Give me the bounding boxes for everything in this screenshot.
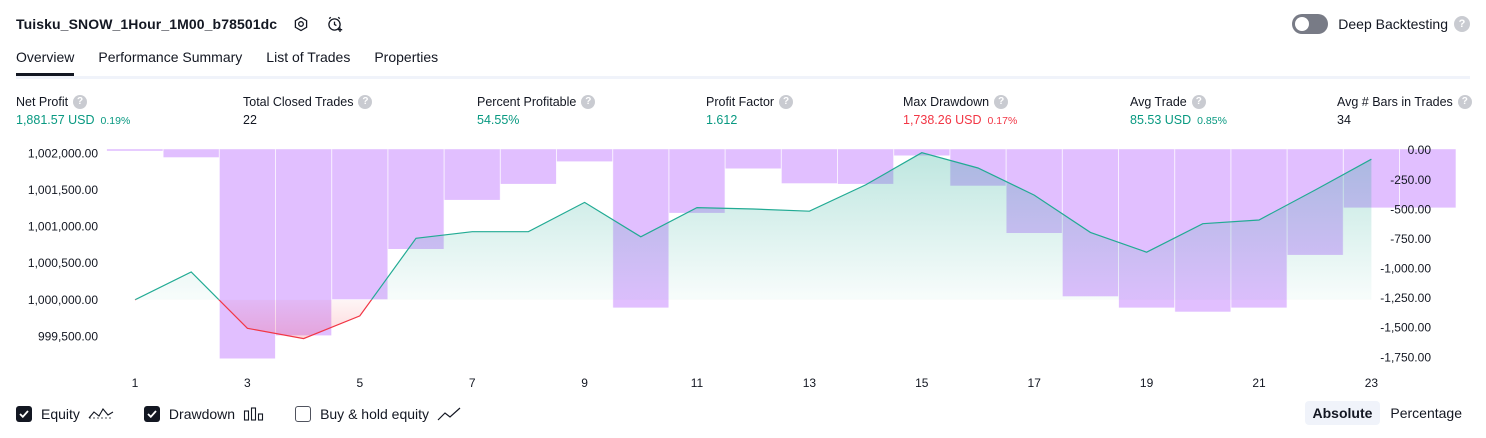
info-icon[interactable]: ? [358, 94, 373, 109]
add-alert-clock-icon[interactable] [325, 14, 345, 34]
mode-absolute-button[interactable]: Absolute [1304, 401, 1381, 425]
metric-label: Net Profit [16, 94, 69, 109]
right-axis-tick-label: -1,000.00 [1380, 262, 1431, 276]
drawdown-bar [331, 149, 388, 300]
x-axis-tick-label: 23 [1365, 376, 1379, 390]
metric-label: Profit Factor [706, 94, 775, 109]
metric-net-profit: Net Profit? 1,881.57 USD 0.19% [16, 93, 130, 129]
equity-checkbox[interactable] [16, 406, 32, 422]
help-icon[interactable]: ? [1454, 16, 1470, 32]
toggle-knob [1295, 17, 1310, 31]
right-axis-tick-label: -1,250.00 [1380, 291, 1431, 305]
metric-percent: 0.17% [987, 115, 1018, 127]
strategy-title: Tuisku_SNOW_1Hour_1M00_b78501dc [16, 16, 278, 32]
equity-line-icon [88, 406, 114, 422]
tab-performance-summary[interactable]: Performance Summary [98, 44, 242, 73]
metric-value: 85.53 USD [1130, 113, 1192, 127]
left-axis-tick-label: 1,000,500.00 [28, 256, 98, 270]
buy-hold-checkbox[interactable] [295, 406, 312, 422]
metric-label: Percent Profitable [477, 94, 577, 109]
info-icon[interactable]: ? [73, 94, 88, 109]
legend-drawdown[interactable]: Drawdown [143, 406, 265, 422]
x-axis-tick-label: 9 [581, 376, 588, 390]
right-axis-tick-label: -1,500.00 [1380, 321, 1431, 335]
left-axis-tick-label: 1,000,000.00 [28, 293, 98, 307]
metric-total-closed-trades: Total Closed Trades? 22 [243, 93, 373, 129]
right-axis-tick-label: -250.00 [1390, 173, 1431, 187]
info-icon[interactable]: ? [1191, 94, 1206, 109]
mode-percentage-button[interactable]: Percentage [1382, 401, 1470, 425]
drawdown-bar [387, 149, 445, 249]
metric-value: 34 [1337, 113, 1351, 127]
metric-value: 22 [243, 113, 257, 127]
drawdown-bar [500, 149, 557, 184]
tab-properties[interactable]: Properties [374, 44, 438, 73]
drawdown-bar [668, 149, 726, 213]
legend-buy-hold-equity[interactable]: Buy & hold equity [295, 406, 461, 422]
drawdown-bar [725, 149, 782, 169]
drawdown-bar [106, 149, 164, 151]
report-tabs: Overview Performance Summary List of Tra… [16, 44, 1470, 79]
deep-backtesting: Deep Backtesting ? [1292, 12, 1470, 36]
metric-avg-trade: Avg Trade? 85.53 USD 0.85% [1130, 93, 1227, 129]
metric-label: Avg # Bars in Trades [1337, 94, 1453, 109]
drawdown-bar [556, 149, 613, 162]
metric-value: 1.612 [706, 113, 738, 127]
info-icon[interactable]: ? [779, 94, 794, 109]
right-axis-tick-label: -500.00 [1390, 202, 1431, 216]
drawdown-bar [444, 149, 501, 200]
right-axis-tick-label: -750.00 [1390, 232, 1431, 246]
metric-percent: 0.19% [100, 115, 131, 127]
drawdown-bars-icon [243, 406, 265, 422]
left-axis-tick-label: 1,001,500.00 [28, 183, 98, 197]
buy-hold-line-icon [437, 406, 461, 422]
right-axis-tick-label: 0.00 [1408, 143, 1432, 157]
metric-profit-factor: Profit Factor? 1.612 [706, 93, 794, 129]
drawdown-checkbox[interactable] [143, 406, 160, 422]
x-axis-tick-label: 17 [1028, 376, 1042, 390]
info-icon[interactable]: ? [994, 94, 1009, 109]
metric-max-drawdown: Max Drawdown? 1,738.26 USD 0.17% [903, 93, 1017, 129]
equity-drawdown-chart[interactable]: 1,002,000.00 1,001,500.00 1,001,000.00 1,00… [0, 134, 1486, 396]
left-axis-tick-label: 1,001,000.00 [28, 220, 98, 234]
metric-value: 54.55% [477, 113, 520, 127]
metric-label: Total Closed Trades [243, 94, 354, 109]
drawdown-bar [163, 149, 220, 158]
metric-value: 1,881.57 USD [16, 113, 95, 127]
chart-legend: Equity Drawdown Buy & hold equity [16, 403, 491, 425]
legend-label: Buy & hold equity [320, 406, 430, 422]
metric-percent-profitable: Percent Profitable? 54.55% [477, 93, 596, 129]
right-axis-tick-label: -1,750.00 [1380, 350, 1431, 364]
legend-label: Drawdown [168, 406, 236, 422]
metric-avg-bars-in-trades: Avg # Bars in Trades? 34 [1337, 93, 1472, 129]
metric-label: Max Drawdown [903, 94, 990, 109]
x-axis-tick-label: 21 [1252, 376, 1266, 390]
x-axis-tick-label: 19 [1140, 376, 1154, 390]
metric-value: 1,738.26 USD [903, 113, 982, 127]
legend-equity[interactable]: Equity [16, 406, 114, 422]
x-axis-tick-label: 5 [356, 376, 363, 390]
metric-percent: 0.85% [1197, 115, 1227, 127]
legend-label: Equity [41, 406, 80, 422]
tab-overview[interactable]: Overview [16, 44, 75, 76]
x-axis-tick-label: 11 [691, 376, 704, 390]
left-axis-tick-label: 1,002,000.00 [28, 146, 98, 160]
x-axis-tick-label: 13 [803, 376, 817, 390]
drawdown-bar [781, 149, 838, 184]
value-mode-switch: Absolute Percentage [1303, 401, 1471, 425]
metric-label: Avg Trade [1130, 94, 1187, 109]
x-axis-tick-label: 15 [915, 376, 929, 390]
settings-gear-icon[interactable] [291, 14, 311, 34]
x-axis-tick-label: 1 [132, 376, 139, 390]
x-axis-tick-label: 7 [469, 376, 476, 390]
x-axis-tick-label: 3 [244, 376, 251, 390]
tab-list-of-trades[interactable]: List of Trades [266, 44, 350, 73]
info-icon[interactable]: ? [1457, 94, 1472, 109]
left-axis-tick-label: 999,500.00 [38, 329, 98, 343]
strategy-header: Tuisku_SNOW_1Hour_1M00_b78501dc [16, 10, 345, 38]
deep-backtesting-label: Deep Backtesting [1338, 16, 1448, 32]
info-icon[interactable]: ? [581, 94, 596, 109]
deep-backtesting-toggle[interactable] [1292, 14, 1329, 34]
